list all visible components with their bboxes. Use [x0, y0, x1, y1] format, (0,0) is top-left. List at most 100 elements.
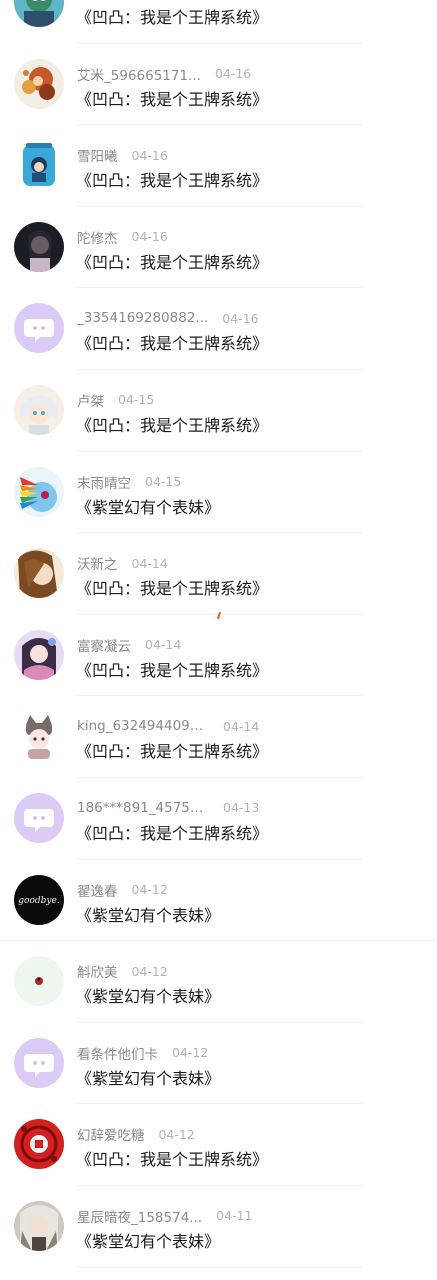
comment-row[interactable]: _3354169280882... 04-16 《凹凸：我是个王牌系统》: [0, 288, 437, 370]
book-title[interactable]: 《凹凸：我是个王牌系统》: [76, 167, 268, 191]
comment-date: 04-15: [118, 392, 155, 408]
comment-row[interactable]: 星辰暗夜_158574... 04-11 《紫堂幻有个表妹》: [0, 1186, 437, 1268]
comment-meta: king_6324944094... 04-14: [77, 717, 259, 735]
username[interactable]: 艾米_596665171...: [77, 64, 201, 84]
user-avatar-default[interactable]: [14, 303, 64, 354]
rainbow-pony-icon: [14, 466, 64, 517]
comment-date: 04-14: [145, 637, 182, 653]
comment-meta: 星辰暗夜_158574... 04-11: [77, 1206, 253, 1226]
comment-row[interactable]: 雪阳曦 04-16 《凹凸：我是个王牌系统》: [0, 125, 437, 207]
user-avatar-jar-boy[interactable]: [14, 140, 64, 191]
book-title[interactable]: 《凹凸：我是个王牌系统》: [76, 86, 268, 110]
ladybug-dot-icon: [14, 956, 64, 1007]
comment-row[interactable]: goodbye. 翟逸春 04-12 《紫堂幻有个表妹》: [0, 860, 437, 942]
book-title[interactable]: 《凹凸：我是个王牌系统》: [76, 249, 268, 273]
username[interactable]: _3354169280882...: [77, 310, 208, 326]
jar-boy-icon: [14, 140, 64, 191]
book-title[interactable]: 《凹凸：我是个王牌系统》: [76, 330, 268, 354]
comment-row[interactable]: 末雨晴空 04-15 《紫堂幻有个表妹》: [0, 452, 437, 534]
autumn-character-icon: [14, 58, 64, 109]
comment-row[interactable]: 艾米_596665171... 04-16 《凹凸：我是个王牌系统》: [0, 44, 437, 126]
comment-row[interactable]: 富察凝云 04-14 《凹凸：我是个王牌系统》: [0, 615, 437, 697]
username[interactable]: 卢桀: [77, 390, 104, 410]
comment-list: 《凹凸：我是个王牌系统》 艾米_596665171... 04-16 《凹凸：我…: [0, 0, 437, 1268]
comment-row[interactable]: 《凹凸：我是个王牌系统》: [0, 0, 437, 44]
book-title[interactable]: 《凹凸：我是个王牌系统》: [76, 738, 268, 762]
comment-row[interactable]: 卢桀 04-15 《凹凸：我是个王牌系统》: [0, 370, 437, 452]
user-avatar-default[interactable]: [14, 1037, 64, 1088]
chat-bubble-icon: [14, 303, 64, 354]
comment-row[interactable]: 沃新之 04-14 《凹凸：我是个王牌系统》: [0, 533, 437, 615]
comment-row[interactable]: 186***891_45756... 04-13 《凹凸：我是个王牌系统》: [0, 778, 437, 860]
book-title[interactable]: 《紫堂幻有个表妹》: [76, 1228, 220, 1252]
user-avatar-autumn-character[interactable]: [14, 58, 64, 109]
comment-date: 04-14: [131, 555, 168, 571]
comment-date: 04-16: [131, 229, 168, 245]
comment-date: 04-12: [131, 882, 168, 898]
book-title[interactable]: 《凹凸：我是个王牌系统》: [76, 820, 268, 844]
username[interactable]: 186***891_45756...: [77, 800, 209, 816]
silver-hair-character-icon: [14, 1200, 64, 1251]
user-avatar-goodbye-neon[interactable]: goodbye.: [14, 874, 64, 925]
username[interactable]: 陀修杰: [77, 227, 118, 247]
pink-anime-girl-icon: [14, 629, 64, 680]
book-title[interactable]: 《凹凸：我是个王牌系统》: [76, 412, 268, 436]
teal-character-icon: [14, 0, 64, 27]
user-avatar-brown-hair-girl[interactable]: [14, 548, 64, 599]
comment-row[interactable]: 看条件他们卡 04-12 《紫堂幻有个表妹》: [0, 1023, 437, 1105]
comment-meta: 翟逸春 04-12: [77, 880, 168, 900]
red-fu-pattern-icon: [14, 1119, 64, 1170]
username[interactable]: 幻辞爱吃糖: [77, 1124, 145, 1144]
book-title[interactable]: 《紫堂幻有个表妹》: [76, 494, 220, 518]
username[interactable]: 翟逸春: [77, 880, 118, 900]
comment-date: 04-15: [145, 474, 182, 490]
book-title[interactable]: 《紫堂幻有个表妹》: [76, 983, 220, 1007]
brown-hair-girl-icon: [14, 548, 64, 599]
comment-row[interactable]: king_6324944094... 04-14 《凹凸：我是个王牌系统》: [0, 696, 437, 778]
book-title[interactable]: 《紫堂幻有个表妹》: [76, 902, 220, 926]
comment-row[interactable]: 幻辞爱吃糖 04-12 《凹凸：我是个王牌系统》: [0, 1104, 437, 1186]
comment-meta: 富察凝云 04-14: [77, 635, 182, 655]
comment-date: 04-12: [158, 1126, 195, 1142]
comment-meta: 陀修杰 04-16: [77, 227, 168, 247]
book-title[interactable]: 《凹凸：我是个王牌系统》: [76, 4, 268, 28]
book-title[interactable]: 《凹凸：我是个王牌系统》: [76, 1146, 268, 1170]
user-avatar-red-fu-pattern[interactable]: [14, 1119, 64, 1170]
book-title[interactable]: 《紫堂幻有个表妹》: [76, 1065, 220, 1089]
comment-meta: 沃新之 04-14: [77, 553, 168, 574]
user-avatar-teal-character[interactable]: [14, 0, 64, 27]
user-avatar-default[interactable]: [14, 792, 64, 843]
username[interactable]: 看条件他们卡: [77, 1043, 158, 1063]
comment-date: 04-11: [216, 1208, 253, 1224]
username[interactable]: 斛欣美: [77, 961, 118, 981]
username[interactable]: 星辰暗夜_158574...: [77, 1206, 202, 1226]
user-avatar-cat-hat-chibi[interactable]: [14, 711, 64, 762]
comment-meta: 末雨晴空 04-15: [77, 472, 182, 492]
goodbye-neon-text: goodbye.: [18, 896, 60, 906]
comment-row[interactable]: 斛欣美 04-12 《紫堂幻有个表妹》: [0, 941, 437, 1023]
comment-date: 04-16: [214, 66, 252, 82]
user-avatar-white-hair-anime[interactable]: [14, 384, 64, 435]
user-avatar-ladybug-dot[interactable]: [14, 956, 64, 1007]
username[interactable]: 雪阳曦: [77, 145, 118, 165]
username[interactable]: 末雨晴空: [77, 472, 131, 492]
comment-meta: 卢桀 04-15: [77, 390, 155, 410]
user-avatar-dark-girl[interactable]: [14, 221, 64, 272]
book-title[interactable]: 《凹凸：我是个王牌系统》: [76, 575, 268, 599]
username[interactable]: 富察凝云: [77, 635, 131, 655]
username[interactable]: 沃新之: [77, 553, 118, 573]
chat-bubble-icon: [14, 792, 64, 843]
book-title[interactable]: 《凹凸：我是个王牌系统》: [76, 657, 268, 681]
username[interactable]: king_6324944094...: [77, 718, 209, 734]
comment-meta: _3354169280882... 04-16: [77, 309, 259, 327]
user-avatar-rainbow-pony[interactable]: [14, 466, 64, 517]
comment-date: 04-13: [223, 800, 260, 816]
user-avatar-pink-anime-girl[interactable]: [14, 629, 64, 680]
comment-date: 04-12: [172, 1045, 209, 1061]
user-avatar-silver-hair-character[interactable]: [14, 1200, 64, 1251]
comment-row[interactable]: 陀修杰 04-16 《凹凸：我是个王牌系统》: [0, 207, 437, 289]
comment-date: 04-16: [222, 310, 259, 326]
cat-hat-chibi-icon: [14, 711, 64, 762]
comment-meta: 雪阳曦 04-16: [77, 145, 168, 166]
comment-meta: 看条件他们卡 04-12: [77, 1043, 209, 1063]
